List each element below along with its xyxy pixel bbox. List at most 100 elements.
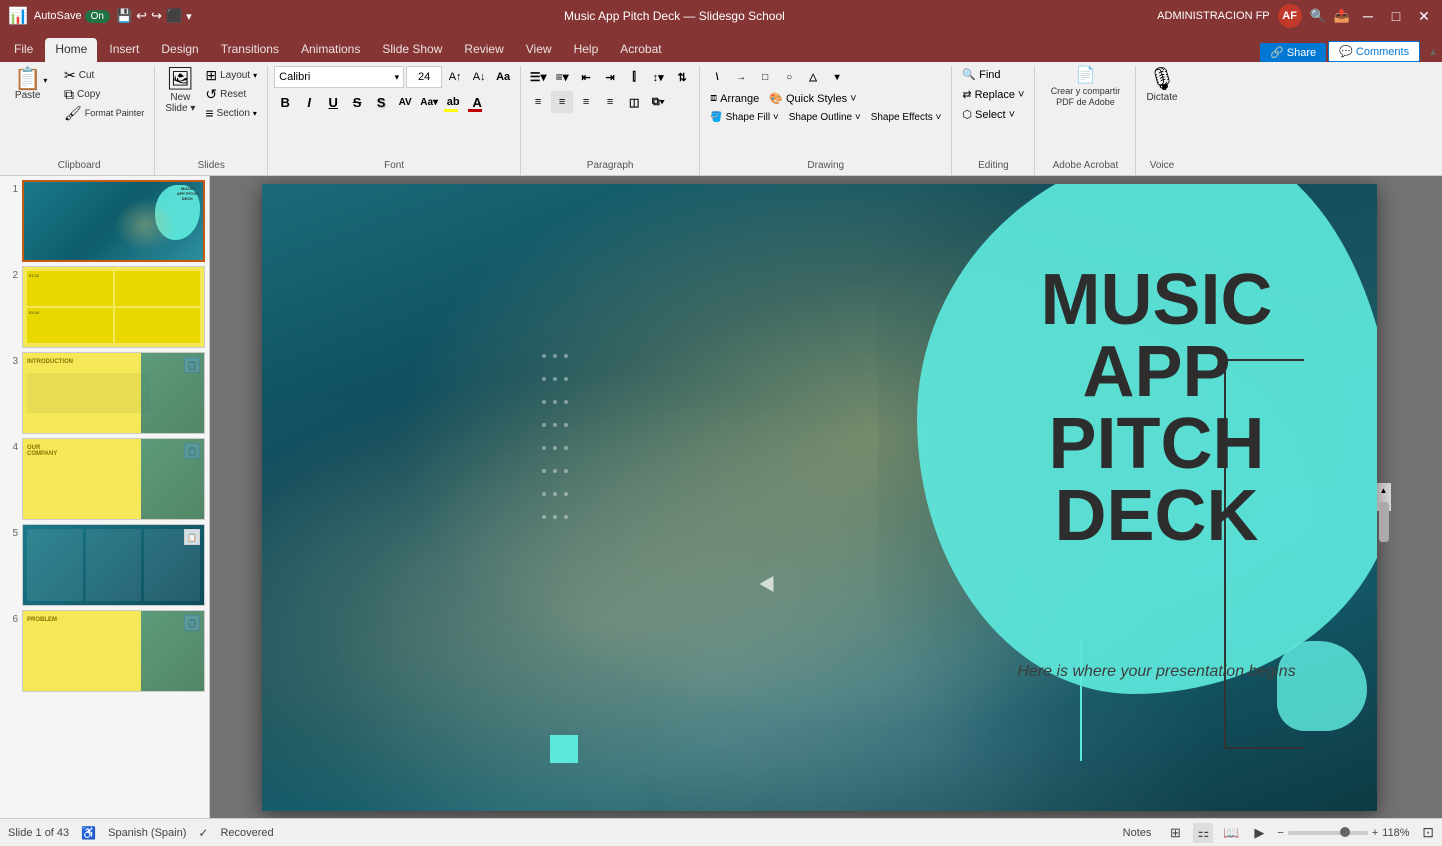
slide-sorter-button[interactable]: ⚏ [1193,823,1213,843]
format-painter-button[interactable]: 🖌 Format Painter [60,104,148,122]
font-increase-button[interactable]: A↑ [444,66,466,88]
slide-thumb-1[interactable]: 1 MUSICAPP PITCHDECK [4,180,205,262]
text-direction-button[interactable]: ⇅ [671,66,693,88]
normal-view-button[interactable]: ⊞ [1165,823,1185,843]
tab-file[interactable]: File [4,38,43,62]
shape-rect-button[interactable]: □ [754,66,776,88]
align-left-button[interactable]: ≡ [527,91,549,113]
slide-thumb-3[interactable]: 3 📋 INTRODUCTION [4,352,205,434]
font-color-button[interactable]: A [466,91,488,113]
new-slide-button[interactable]: 🖼 NewSlide ▾ [161,66,199,116]
italic-button[interactable]: I [298,91,320,113]
zoom-thumb[interactable] [1340,827,1350,837]
tab-view[interactable]: View [516,38,562,62]
shape-line-button[interactable]: \ [706,66,728,88]
language[interactable]: Spanish (Spain) [108,827,186,839]
tab-transitions[interactable]: Transitions [211,38,289,62]
slide-main-title[interactable]: MUSIC APP PITCH DECK [977,264,1337,552]
shape-arrow-button[interactable]: → [730,66,752,88]
slide-thumb-4[interactable]: 4 📋 OURCOMPANY [4,438,205,520]
search-ribbon-icon[interactable]: 🔍 [1310,8,1326,24]
underline-button[interactable]: U [322,91,344,113]
present-icon[interactable]: ⬛ [166,8,182,24]
bold-button[interactable]: B [274,91,296,113]
scroll-up-arrow[interactable]: ▲ [1377,483,1391,497]
strikethrough-button[interactable]: S [346,91,368,113]
font-decrease-button[interactable]: A↓ [468,66,490,88]
tab-insert[interactable]: Insert [99,38,149,62]
fit-slide-button[interactable]: ⊡ [1422,824,1434,841]
minimize-button[interactable]: ─ [1358,6,1378,26]
shape-tri-button[interactable]: △ [802,66,824,88]
clear-format-button[interactable]: Aa [492,66,514,88]
line-spacing-button[interactable]: ↕▾ [647,66,669,88]
justify-button[interactable]: ≡ [599,91,621,113]
layout-button[interactable]: ⊞ Layout ▾ [201,66,261,84]
numbering-button[interactable]: ≡▾ [551,66,573,88]
zoom-slider[interactable] [1288,831,1368,835]
spell-check-icon[interactable]: ✓ [198,826,208,840]
ribbon-collapse[interactable]: ▲ [1428,47,1438,58]
paste-button[interactable]: 📋 Paste ▾ [10,66,58,103]
tab-acrobat[interactable]: Acrobat [610,38,671,62]
copy-button[interactable]: ⧉ Copy [60,85,148,103]
convert-to-smartart-button[interactable]: ⧉▾ [647,91,669,113]
adobe-create-button[interactable]: 📄 Crear y compartir PDF de Adobe [1041,66,1129,110]
cut-button[interactable]: ✂ Cut [60,66,148,84]
zoom-out-icon[interactable]: − [1277,827,1283,839]
align-center-button[interactable]: ≡ [551,91,573,113]
arrange-button[interactable]: ⧈ Arrange [706,90,763,107]
slide-thumb-2[interactable]: 2 📋 01 02 03 04 [4,266,205,348]
smartart-button[interactable]: ◫ [623,91,645,113]
slide-canvas[interactable]: MUSIC APP PITCH DECK Here is where your … [262,184,1377,811]
share-button[interactable]: 🔗 Share [1260,43,1326,62]
slide-thumb-5[interactable]: 5 📋 [4,524,205,606]
font-dropdown-icon[interactable]: ▾ [395,72,400,83]
section-dropdown[interactable]: ▾ [253,109,257,118]
tab-slideshow[interactable]: Slide Show [372,38,452,62]
redo-icon[interactable]: ↪ [151,8,162,24]
undo-icon[interactable]: ↩ [136,8,147,24]
slide-subtitle[interactable]: Here is where your presentation begins [997,663,1317,681]
highlight-button[interactable]: ab [442,91,464,113]
layout-dropdown[interactable]: ▾ [253,71,257,80]
zoom-in-icon[interactable]: + [1372,827,1378,839]
font-name-input[interactable]: Calibri ▾ [274,66,404,88]
shape-effects-button[interactable]: Shape Effects ˅ [867,110,946,125]
zoom-level[interactable]: 118% [1382,827,1418,839]
shape-outline-button[interactable]: Shape Outline ˅ [785,110,865,125]
section-button[interactable]: ≡ Section ▾ [201,104,261,122]
shape-oval-button[interactable]: ○ [778,66,800,88]
tab-design[interactable]: Design [151,38,208,62]
autosave-toggle[interactable]: AutoSave On [34,10,110,23]
slide-thumb-6[interactable]: 6 📋 PROBLEM [4,610,205,692]
dictate-button[interactable]: 🎙 Dictate [1142,66,1181,105]
align-right-button[interactable]: ≡ [575,91,597,113]
notes-button[interactable]: Notes [1117,825,1158,841]
save-icon[interactable]: 💾 [116,8,132,24]
tab-help[interactable]: Help [564,38,609,62]
scroll-thumb[interactable] [1379,502,1389,542]
comments-button[interactable]: 💬 Comments [1328,41,1420,62]
slideshow-view-button[interactable]: ▶ [1249,823,1269,843]
find-button[interactable]: 🔍 Find [958,66,1004,83]
shadow-button[interactable]: S [370,91,392,113]
autosave-state[interactable]: On [85,10,110,23]
tab-home[interactable]: Home [45,38,97,62]
shape-fill-button[interactable]: 🪣 Shape Fill ˅ [706,110,783,125]
close-button[interactable]: ✕ [1414,6,1434,26]
tab-animations[interactable]: Animations [291,38,370,62]
vertical-scrollbar[interactable]: ▲ ▼ [1377,483,1391,511]
tab-review[interactable]: Review [454,38,513,62]
reading-view-button[interactable]: 📖 [1221,823,1241,843]
shape-more-button[interactable]: ▾ [826,66,848,88]
quick-styles-button[interactable]: 🎨 Quick Styles ˅ [765,90,860,107]
char-spacing-button[interactable]: AV [394,91,416,113]
columns-button[interactable]: ⫿ [623,66,645,88]
change-case-button[interactable]: Aa▾ [418,91,440,113]
decrease-indent-button[interactable]: ⇤ [575,66,597,88]
paste-dropdown-icon[interactable]: ▾ [43,76,47,85]
reset-button[interactable]: ↺ Reset [201,85,261,103]
increase-indent-button[interactable]: ⇥ [599,66,621,88]
bullets-button[interactable]: ☰▾ [527,66,549,88]
